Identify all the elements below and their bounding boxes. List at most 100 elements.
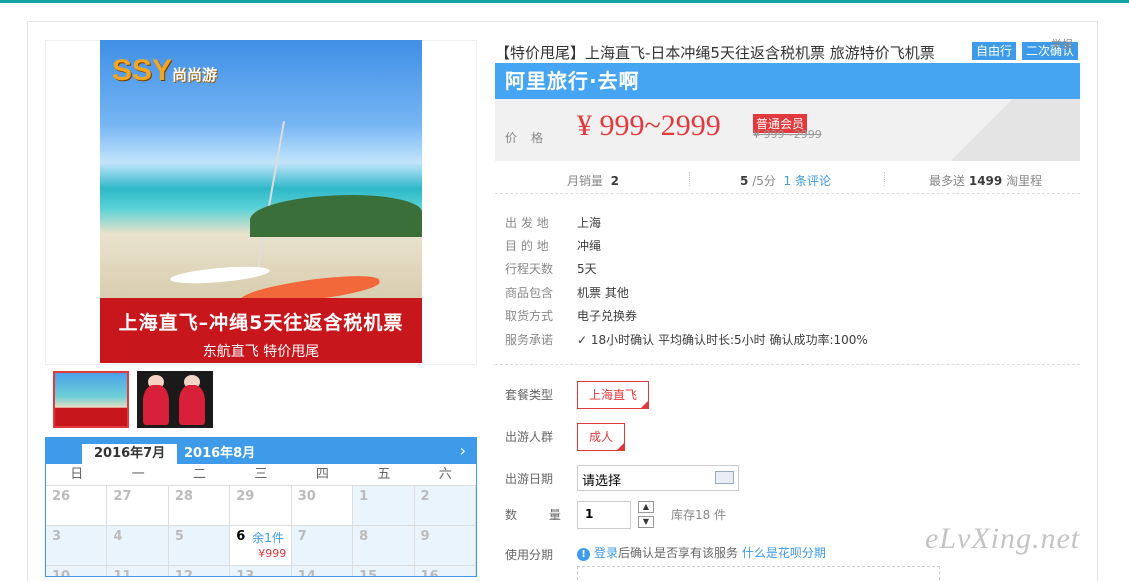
calendar-week: 3 4 5 6 余1件 ¥999 7 8 9: [46, 526, 476, 566]
white-boat: [169, 263, 271, 287]
product-title: 【特价甩尾】上海直飞-日本冲绳5天往返含税机票 旅游特价飞机票: [495, 44, 935, 62]
calendar-day: 15: [353, 566, 415, 576]
price-box: 价格 ¥ 999~2999 普通会员 ¥ 999~2999: [495, 99, 1080, 161]
departure-calendar: 2016年7月 2016年8月 › 日 一 二 三 四 五 六 26 27 28…: [45, 437, 477, 577]
installment-options[interactable]: [577, 566, 940, 580]
weekday: 日: [70, 467, 84, 482]
info-label: 商品包含: [505, 286, 554, 300]
info-value: 电子兑换券: [577, 309, 638, 323]
calendar-day: 14: [291, 566, 354, 576]
installment-info: ! 登录后确认是否享有该服务 什么是花呗分期: [577, 544, 826, 561]
people-option[interactable]: 成人: [577, 423, 626, 451]
rating: 5 /5分 1 条评论: [740, 172, 831, 189]
weekday: 三: [254, 467, 268, 482]
weekday: 一: [131, 467, 145, 482]
calendar-day: 1: [353, 486, 415, 525]
product-main-image[interactable]: SSY尚尚游 上海直飞–冲绳5天往返含税机票 东航直飞 特价甩尾: [100, 40, 422, 363]
rating-value: 5: [740, 174, 749, 188]
quantity-input[interactable]: 1: [577, 501, 631, 529]
info-label: 服务承诺: [505, 333, 554, 347]
calendar-icon[interactable]: [715, 471, 734, 484]
top-accent-line: [0, 0, 1129, 3]
calendar-header: 2016年7月 2016年8月 ›: [46, 438, 476, 464]
sailboat-mast: [256, 120, 286, 270]
brand-logo: SSY尚尚游: [112, 54, 217, 88]
divider: [884, 172, 885, 186]
sales-label: 月销量: [567, 174, 604, 188]
info-label: 出 发 地: [505, 216, 549, 230]
watermark: eLvXing.net: [925, 522, 1081, 555]
logo-main: SSY: [112, 54, 173, 87]
image-banner: 上海直飞–冲绳5天往返含税机票 东航直飞 特价甩尾: [100, 298, 422, 363]
calendar-day: 27: [107, 486, 169, 525]
original-price: ¥ 999~2999: [753, 128, 822, 141]
price-label: 价格: [505, 131, 558, 145]
banner-line1: 上海直飞–冲绳5天往返含税机票: [118, 312, 404, 334]
next-month-icon[interactable]: ›: [460, 441, 466, 460]
figure-body: [143, 385, 169, 425]
points-suffix: 淘里程: [1006, 174, 1043, 188]
info-icon: !: [577, 548, 590, 561]
stock-text: 库存18 件: [671, 508, 727, 522]
date-select[interactable]: 请选择: [577, 465, 739, 491]
people-label: 出游人群: [505, 430, 554, 444]
section-divider: [495, 364, 1080, 365]
thumbnail-2[interactable]: [137, 371, 213, 428]
logo-sub: 尚尚游: [172, 67, 218, 84]
tab-july[interactable]: 2016年7月: [82, 444, 178, 464]
calendar-day: 2: [414, 486, 476, 525]
info-value: 5天: [577, 262, 597, 276]
qty-label: 数 量: [505, 508, 575, 522]
date-placeholder: 请选择: [582, 474, 622, 489]
weekday: 五: [377, 467, 391, 482]
island: [250, 195, 422, 237]
rating-suffix: /5分: [752, 174, 776, 188]
calendar-day: 30: [291, 486, 354, 525]
login-link[interactable]: 登录: [594, 546, 618, 560]
check-icon: ✓: [577, 333, 588, 347]
huabei-link[interactable]: 什么是花呗分期: [742, 546, 826, 560]
calendar-day: 16: [414, 566, 476, 576]
banner-line2: 东航直飞 特价甩尾: [202, 344, 320, 360]
info-value: 上海: [577, 216, 602, 230]
calendar-day: 8: [353, 526, 415, 565]
weekday: 四: [315, 467, 329, 482]
sales-value: 2: [610, 174, 620, 188]
info-label: 取货方式: [505, 309, 554, 323]
installment-text: 后确认是否享有该服务: [618, 546, 739, 560]
info-value: 冲绳: [577, 239, 602, 253]
package-option[interactable]: 上海直飞: [577, 381, 650, 409]
thumbnail-1[interactable]: [53, 371, 129, 428]
calendar-day: 10: [46, 566, 108, 576]
remaining-count: 余1件: [252, 531, 284, 545]
figure-body: [179, 385, 205, 425]
calendar-day: 9: [414, 526, 476, 565]
installment-label: 使用分期: [505, 548, 554, 562]
calendar-day-available[interactable]: 6 余1件 ¥999: [230, 526, 292, 565]
qty-up-icon[interactable]: ▲: [638, 501, 654, 513]
day-price: ¥999: [258, 547, 287, 560]
calendar-day: 11: [107, 566, 169, 576]
service-promise: ✓ 18小时确认 平均确认时长:5小时 确认成功率:100%: [577, 331, 868, 348]
monthly-sales: 月销量 2: [567, 172, 619, 189]
calendar-day: 28: [168, 486, 231, 525]
weekday: 二: [193, 467, 207, 482]
calendar-day: 4: [107, 526, 169, 565]
stats-bar: 月销量 2 5 /5分 1 条评论 最多送 1499 淘里程: [495, 166, 1080, 194]
day-number: 6: [236, 529, 246, 544]
info-value: 机票 其他: [577, 286, 629, 300]
tab-august[interactable]: 2016年8月: [172, 444, 267, 464]
tag-free-travel: 自由行: [972, 42, 1017, 60]
points-prefix: 最多送: [929, 174, 966, 188]
date-label: 出游日期: [505, 472, 554, 486]
reviews-link[interactable]: 1 条评论: [784, 174, 831, 188]
calendar-day: 13: [230, 566, 292, 576]
calendar-day: 3: [46, 526, 108, 565]
points-value: 1499: [968, 174, 1003, 188]
calendar-day: 7: [291, 526, 354, 565]
report-link[interactable]: 举报: [1051, 36, 1073, 52]
qty-down-icon[interactable]: ▼: [638, 516, 654, 528]
calendar-day: 29: [230, 486, 292, 525]
points: 最多送 1499 淘里程: [929, 172, 1042, 189]
calendar-day: 5: [168, 526, 231, 565]
